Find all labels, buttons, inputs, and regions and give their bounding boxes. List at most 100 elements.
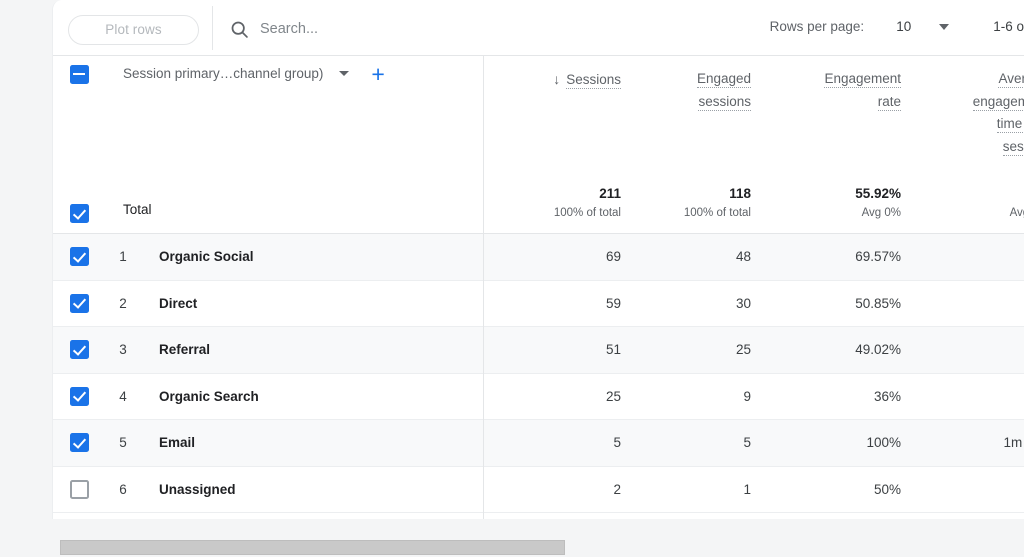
table-row[interactable]: 5 Email 5 5 100% 1m 22 bbox=[53, 420, 1024, 467]
row-checkbox[interactable] bbox=[69, 433, 89, 453]
row-cell-engaged-sessions: 30 bbox=[735, 295, 751, 311]
table-row[interactable]: 4 Organic Search 25 9 36% 10 bbox=[53, 374, 1024, 420]
row-cell-engaged-sessions: 25 bbox=[735, 342, 751, 358]
horizontal-scrollbar-thumb[interactable] bbox=[60, 540, 565, 555]
chevron-down-icon[interactable] bbox=[939, 23, 950, 30]
metric-header-sessions[interactable]: ↓ Sessions bbox=[508, 56, 633, 92]
table-row[interactable]: 6 Unassigned 2 1 50% 7 bbox=[53, 467, 1024, 513]
row-checkbox[interactable] bbox=[69, 386, 89, 406]
table-body: 1Organic Social694869.57%222Direct593050… bbox=[53, 234, 1024, 513]
metric-header-label: Sessions bbox=[566, 72, 621, 89]
row-dimension-value[interactable]: Unassigned bbox=[141, 482, 508, 497]
metric-header-label-line1: Engagement bbox=[824, 71, 901, 88]
report-table-card: Plot rows Rows per page: 10 1-6 of 6 bbox=[52, 0, 1024, 519]
row-cell-sessions: 51 bbox=[605, 342, 621, 358]
row-checkbox-cell bbox=[53, 479, 105, 499]
row-cell-engaged-sessions: 5 bbox=[743, 435, 751, 451]
row-cell-engagement-rate: 50.85% bbox=[855, 295, 901, 311]
pagination-range: 1-6 of 6 bbox=[993, 19, 1024, 34]
total-subtext: 100% of total bbox=[683, 207, 751, 219]
row-cell-avg-engagement-time: 10 bbox=[913, 389, 1024, 404]
rows-per-page-label: Rows per page: bbox=[769, 19, 865, 34]
table-toolbar: Plot rows Rows per page: 10 1-6 of 6 bbox=[53, 0, 1024, 56]
dimension-header: Session primary…channel group) + bbox=[105, 56, 508, 85]
total-row-checkbox[interactable] bbox=[69, 204, 89, 223]
row-checkbox-cell bbox=[53, 247, 105, 267]
plot-rows-button[interactable]: Plot rows bbox=[68, 15, 199, 45]
plus-icon[interactable]: + bbox=[371, 62, 384, 85]
row-checkbox-cell bbox=[53, 340, 105, 360]
total-value: 19 bbox=[913, 186, 1024, 201]
row-checkbox[interactable] bbox=[69, 247, 89, 267]
row-cell-engagement-rate: 50% bbox=[873, 481, 901, 497]
search-icon bbox=[231, 21, 248, 38]
row-cell-avg-engagement-time: 1m 22 bbox=[1003, 435, 1024, 451]
row-cell-engagement-rate: 36% bbox=[873, 388, 901, 404]
row-cell-engaged-sessions: 48 bbox=[735, 249, 751, 265]
metric-header-label-line2: engagemer bbox=[972, 93, 1024, 111]
row-dimension-value[interactable]: Organic Social bbox=[141, 249, 508, 264]
total-cell-engagement-rate: 55.92% Avg 0% bbox=[763, 176, 913, 219]
total-cell-sessions: 211 100% of total bbox=[508, 176, 633, 219]
total-checkbox-cell bbox=[53, 176, 105, 223]
dimension-metric-divider bbox=[483, 56, 484, 519]
row-checkbox-cell bbox=[53, 433, 105, 453]
total-cell-avg-engagement-time: 19 Avg 0' bbox=[913, 176, 1024, 219]
total-subtext: 100% of total bbox=[553, 207, 621, 219]
header-checkbox-cell bbox=[53, 56, 105, 84]
metric-header-label-line1: Averag bbox=[998, 71, 1024, 88]
row-cell-sessions: 59 bbox=[605, 295, 621, 311]
table-header-row: Session primary…channel group) + ↓ Sessio… bbox=[53, 56, 1024, 176]
table-row[interactable]: 2 Direct 59 30 50.85% 13 bbox=[53, 281, 1024, 327]
row-dimension-value[interactable]: Organic Search bbox=[141, 389, 508, 404]
total-subtext: Avg 0' bbox=[1009, 207, 1024, 219]
row-checkbox[interactable] bbox=[69, 479, 89, 499]
row-cell-engagement-rate: 100% bbox=[866, 435, 901, 451]
table-total-row: Total 211 100% of total 118 100% of tota… bbox=[53, 176, 1024, 234]
toolbar-divider bbox=[212, 6, 213, 50]
metric-header-label-line1: Engaged bbox=[696, 71, 751, 88]
metric-header-avg-engagement-time[interactable]: Averag engagemer time pe sessio bbox=[913, 56, 1024, 158]
row-checkbox-cell bbox=[53, 386, 105, 406]
row-cell-engagement-rate: 49.02% bbox=[855, 342, 901, 358]
dimension-name[interactable]: Session primary…channel group) bbox=[123, 66, 323, 81]
metric-header-engagement-rate[interactable]: Engagement rate bbox=[763, 56, 913, 113]
row-cell-sessions: 25 bbox=[605, 388, 621, 404]
rows-per-page-value[interactable]: 10 bbox=[896, 19, 911, 34]
row-dimension-value[interactable]: Direct bbox=[141, 296, 508, 311]
table-row[interactable]: 1 Organic Social 69 48 69.57% 22 bbox=[53, 234, 1024, 281]
row-cell-engaged-sessions: 1 bbox=[743, 481, 751, 497]
row-dimension-value[interactable]: Email bbox=[141, 435, 508, 450]
total-label: Total bbox=[123, 202, 152, 217]
row-cell-engaged-sessions: 9 bbox=[743, 388, 751, 404]
rows-per-page-control: Rows per page: 10 1-6 of 6 bbox=[770, 19, 1024, 34]
row-cell-engagement-rate: 69.57% bbox=[855, 249, 901, 265]
horizontal-scrollbar[interactable] bbox=[52, 540, 1024, 555]
row-cell-avg-engagement-time: 7 bbox=[913, 482, 1024, 497]
row-cell-avg-engagement-time: 21 bbox=[913, 342, 1024, 357]
search-input[interactable] bbox=[260, 21, 600, 37]
chevron-down-icon[interactable] bbox=[339, 71, 350, 76]
data-table: Session primary…channel group) + ↓ Sessio… bbox=[53, 56, 1024, 519]
total-value: 55.92% bbox=[855, 186, 901, 201]
metric-header-label-line2: sessions bbox=[698, 93, 751, 111]
total-cell-engaged-sessions: 118 100% of total bbox=[633, 176, 763, 219]
metric-header-label-line4: sessio bbox=[1002, 138, 1024, 156]
row-cell-sessions: 69 bbox=[605, 249, 621, 265]
row-checkbox[interactable] bbox=[69, 293, 89, 313]
row-cell-sessions: 5 bbox=[613, 435, 621, 451]
metric-header-label-line3: time pe bbox=[996, 116, 1024, 133]
row-checkbox[interactable] bbox=[69, 340, 89, 360]
row-index: 4 bbox=[119, 388, 127, 404]
row-cell-sessions: 2 bbox=[613, 481, 621, 497]
table-row[interactable]: 3 Referral 51 25 49.02% 21 bbox=[53, 327, 1024, 374]
row-index: 3 bbox=[119, 342, 127, 358]
metric-header-engaged-sessions[interactable]: Engaged sessions bbox=[633, 56, 763, 113]
search-field[interactable] bbox=[229, 14, 600, 44]
row-dimension-value[interactable]: Referral bbox=[141, 342, 508, 357]
row-index: 1 bbox=[119, 249, 127, 265]
row-index: 2 bbox=[119, 295, 127, 311]
row-index: 6 bbox=[119, 481, 127, 497]
row-checkbox-cell bbox=[53, 293, 105, 313]
select-all-checkbox[interactable] bbox=[69, 65, 89, 84]
